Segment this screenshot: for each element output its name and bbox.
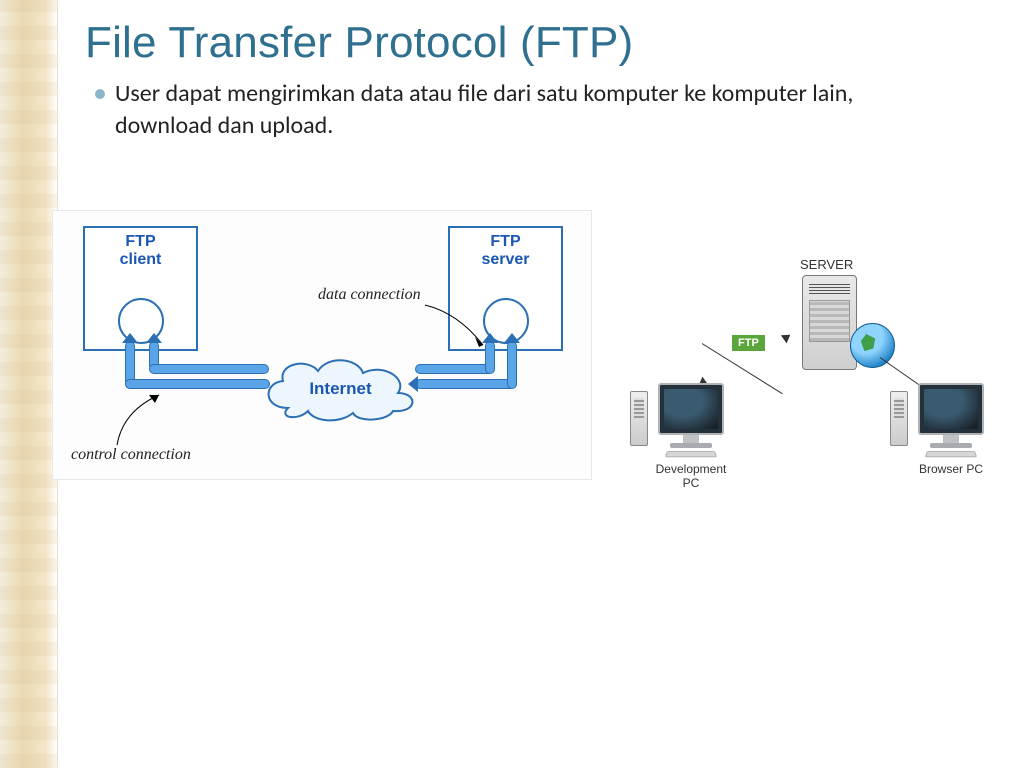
- arrowhead-icon: [781, 331, 793, 344]
- ftp-client-box: FTPclient: [83, 226, 198, 351]
- slide-decoration-strip: [0, 0, 58, 768]
- pipe-segment: [149, 364, 269, 374]
- development-pc-icon: Development PC: [650, 383, 732, 490]
- bullet-dot-icon: [95, 89, 105, 99]
- slide-title: File Transfer Protocol (FTP): [85, 18, 994, 68]
- ftp-connection-diagram: FTPclient FTPserver Internet data connec…: [52, 210, 592, 480]
- server-label: SERVER: [800, 257, 853, 272]
- pipe-segment: [415, 379, 515, 389]
- monitor-icon: [658, 383, 724, 435]
- globe-icon: [850, 323, 895, 368]
- internet-label: Internet: [309, 379, 371, 399]
- keyboard-icon: [665, 451, 717, 457]
- pipe-segment: [415, 364, 493, 374]
- server-tower-icon: [802, 275, 857, 370]
- bullet-item: User dapat mengirimkan data atau file da…: [95, 78, 994, 142]
- pipe-segment: [125, 379, 270, 389]
- arrowhead-icon: [122, 333, 138, 343]
- ftp-client-label: FTPclient: [85, 228, 196, 268]
- arrowhead-icon: [504, 333, 520, 343]
- pc-tower-icon: [630, 391, 648, 446]
- leader-line-icon: [423, 303, 493, 353]
- bullet-text: User dapat mengirimkan data atau file da…: [115, 78, 895, 142]
- ftp-tag: FTP: [732, 335, 765, 351]
- bullet-list: User dapat mengirimkan data atau file da…: [95, 78, 994, 142]
- monitor-base: [930, 443, 972, 448]
- monitor-stand: [943, 435, 959, 443]
- internet-cloud-icon: Internet: [258, 353, 423, 423]
- browser-pc-icon: Browser PC: [910, 383, 992, 476]
- pc-tower-icon: [890, 391, 908, 446]
- ftp-deployment-diagram: SERVER FTP Development PC Browser PC: [632, 245, 1012, 480]
- data-connection-label: data connection: [318, 286, 421, 304]
- leader-line-icon: [113, 391, 173, 449]
- arrowhead-icon: [408, 376, 418, 392]
- monitor-base: [670, 443, 712, 448]
- slide-content: File Transfer Protocol (FTP) User dapat …: [85, 18, 994, 142]
- arrowhead-icon: [146, 333, 162, 343]
- monitor-icon: [918, 383, 984, 435]
- keyboard-icon: [925, 451, 977, 457]
- browser-pc-label: Browser PC: [910, 462, 992, 476]
- development-pc-label: Development PC: [650, 462, 732, 490]
- pipe-segment: [507, 341, 517, 389]
- monitor-stand: [683, 435, 699, 443]
- ftp-server-label: FTPserver: [450, 228, 561, 268]
